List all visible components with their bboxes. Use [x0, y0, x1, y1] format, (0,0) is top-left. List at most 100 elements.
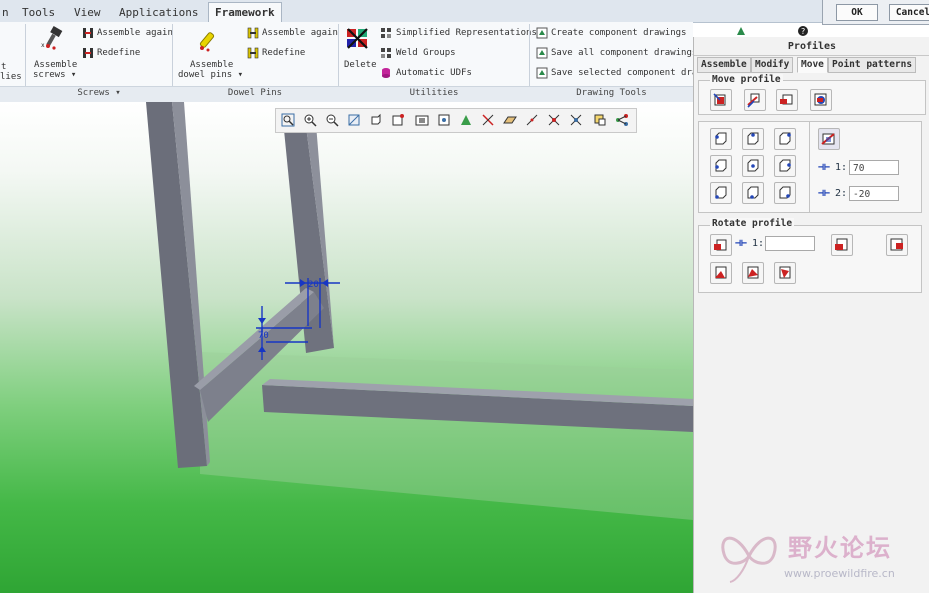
automatic-udfs-icon[interactable] — [380, 67, 392, 79]
save-all-component-drawings[interactable]: Save all component drawings — [551, 48, 697, 58]
offset2-label: 2: — [835, 188, 848, 199]
move-profile-icon-3[interactable] — [776, 89, 798, 111]
create-drawings-icon[interactable] — [536, 27, 548, 39]
weld-groups[interactable]: Weld Groups — [396, 48, 456, 58]
redefine-icon[interactable] — [82, 47, 94, 59]
tab-framework[interactable]: Framework — [208, 2, 282, 23]
tab-applications[interactable]: Applications — [113, 4, 204, 21]
tab-point-patterns[interactable]: Point patterns — [828, 57, 917, 73]
anchor-top-right-icon[interactable] — [774, 128, 796, 150]
dowel-assemble-again-icon[interactable] — [247, 27, 259, 39]
axis-display-icon[interactable] — [525, 113, 539, 127]
offset1-icon: ⊣⊢ — [818, 162, 831, 173]
assemble-again-dowel[interactable]: Assemble again — [262, 28, 338, 38]
dowel-redefine-icon[interactable] — [247, 47, 259, 59]
offset-mode-icon[interactable] — [818, 128, 840, 150]
assemble-screws-dropdown[interactable]: screws ▾ — [33, 70, 76, 80]
move-profile-icon-2[interactable] — [744, 89, 766, 111]
anchor-middle-left-icon[interactable] — [710, 155, 732, 177]
rotate-angle-icon: ⊣⊢ — [735, 238, 748, 249]
dim-top-label[interactable]: 20 — [308, 280, 319, 290]
assemble-dowel-dropdown[interactable]: dowel pins ▾ — [178, 70, 243, 80]
rotate-90-icon-2[interactable] — [742, 262, 764, 284]
anchor-bottom-center-icon[interactable] — [742, 182, 764, 204]
tab-tools[interactable]: Tools — [16, 4, 61, 21]
save-all-drawings-icon[interactable] — [536, 47, 548, 59]
offset2-input[interactable]: -20 — [849, 186, 899, 201]
refit-icon[interactable] — [347, 113, 361, 127]
display-style-icon[interactable] — [369, 113, 383, 127]
perspective-icon[interactable] — [437, 113, 451, 127]
group-utilities: Utilities — [409, 88, 459, 98]
anchor-bottom-right-icon[interactable] — [774, 182, 796, 204]
move-profile-icon-1[interactable] — [710, 89, 732, 111]
redefine-dowel[interactable]: Redefine — [262, 48, 305, 58]
cancel-button[interactable]: Cancel — [889, 4, 929, 21]
dim-side-label[interactable]: 70 — [258, 331, 269, 341]
redefine-screws[interactable]: Redefine — [97, 48, 140, 58]
tree-icon[interactable] — [735, 25, 747, 37]
plane-display-icon[interactable] — [503, 113, 517, 127]
assemble-screws-icon[interactable]: x — [40, 26, 66, 52]
svg-text:x: x — [41, 42, 45, 49]
rotate-profile-label: Rotate profile — [710, 218, 795, 229]
rotate-90-icon-3[interactable] — [774, 262, 796, 284]
rotate-icon-2[interactable] — [831, 234, 853, 256]
rotate-icon-3[interactable] — [886, 234, 908, 256]
group-dowel-pins: Dowel Pins — [227, 88, 283, 98]
create-component-drawings[interactable]: Create component drawings — [551, 28, 686, 38]
simplified-rep-icon[interactable] — [380, 27, 392, 39]
frame-model[interactable]: 20 70 — [0, 102, 693, 593]
spin-center-icon[interactable] — [593, 113, 607, 127]
csys-display-icon[interactable] — [569, 113, 583, 127]
rotate-angle-input[interactable] — [765, 236, 815, 251]
tab-view[interactable]: View — [68, 4, 107, 21]
zoom-out-icon[interactable] — [325, 113, 339, 127]
anchor-top-left-icon[interactable] — [710, 128, 732, 150]
assemble-dowel-label[interactable]: Assemble — [190, 60, 233, 70]
model-viewport[interactable]: 20 70 — [0, 102, 693, 593]
ribbon-group-labels: Screws ▾ Dowel Pins Utilities Drawing To… — [0, 86, 693, 103]
profiles-panel: Profiles Assemble Modify Move Point patt… — [693, 37, 929, 593]
zoom-fit-icon[interactable] — [281, 113, 295, 127]
assemble-again-icon[interactable] — [82, 27, 94, 39]
ribbon-tab-bar: n Tools View Applications Framework — [0, 0, 929, 23]
rotate-icon-1[interactable] — [710, 234, 732, 256]
group-screws[interactable]: Screws ▾ — [26, 88, 172, 98]
view-manager-icon[interactable] — [415, 113, 429, 127]
offset1-input[interactable]: 70 — [849, 160, 899, 175]
saved-orientations-icon[interactable] — [391, 113, 405, 127]
anchor-center-icon[interactable] — [742, 155, 764, 177]
anchor-middle-right-icon[interactable] — [774, 155, 796, 177]
watermark-title: 野火论坛 — [788, 534, 892, 562]
annotation-display-icon[interactable] — [481, 113, 495, 127]
save-selected-component-drawings[interactable]: Save selected component drawi — [551, 68, 708, 78]
tab-application-cut[interactable]: n — [0, 4, 15, 21]
assemble-screws-label[interactable]: Assemble — [34, 60, 77, 70]
datum-display-icon[interactable] — [459, 113, 473, 127]
point-display-icon[interactable] — [547, 113, 561, 127]
automatic-udfs[interactable]: Automatic UDFs — [396, 68, 472, 78]
network-icon[interactable] — [615, 113, 629, 127]
move-profile-icon-4[interactable] — [810, 89, 832, 111]
assemble-dowel-pins-icon[interactable] — [196, 27, 222, 53]
weld-groups-icon[interactable] — [380, 47, 392, 59]
tab-move[interactable]: Move — [797, 57, 828, 73]
delete-icon[interactable] — [345, 26, 371, 52]
tab-modify[interactable]: Modify — [751, 57, 794, 73]
save-selected-drawings-icon[interactable] — [536, 67, 548, 79]
watermark-url: www.proewildfire.cn — [784, 567, 895, 580]
cutoff-label-1: t — [1, 62, 7, 72]
tab-assemble[interactable]: Assemble — [697, 57, 751, 73]
anchor-bottom-left-icon[interactable] — [710, 182, 732, 204]
rotate-90-icon-1[interactable] — [710, 262, 732, 284]
delete-label[interactable]: Delete — [344, 60, 377, 70]
simplified-representations[interactable]: Simplified Representations — [396, 28, 537, 38]
anchor-top-center-icon[interactable] — [742, 128, 764, 150]
ok-cancel-dialog: OK Cancel — [822, 0, 929, 25]
assemble-again-screws[interactable]: Assemble again — [97, 28, 173, 38]
ok-button[interactable]: OK — [836, 4, 878, 21]
offset1-label: 1: — [835, 162, 848, 173]
zoom-in-icon[interactable] — [303, 113, 317, 127]
help-icon[interactable]: ? — [797, 25, 809, 37]
